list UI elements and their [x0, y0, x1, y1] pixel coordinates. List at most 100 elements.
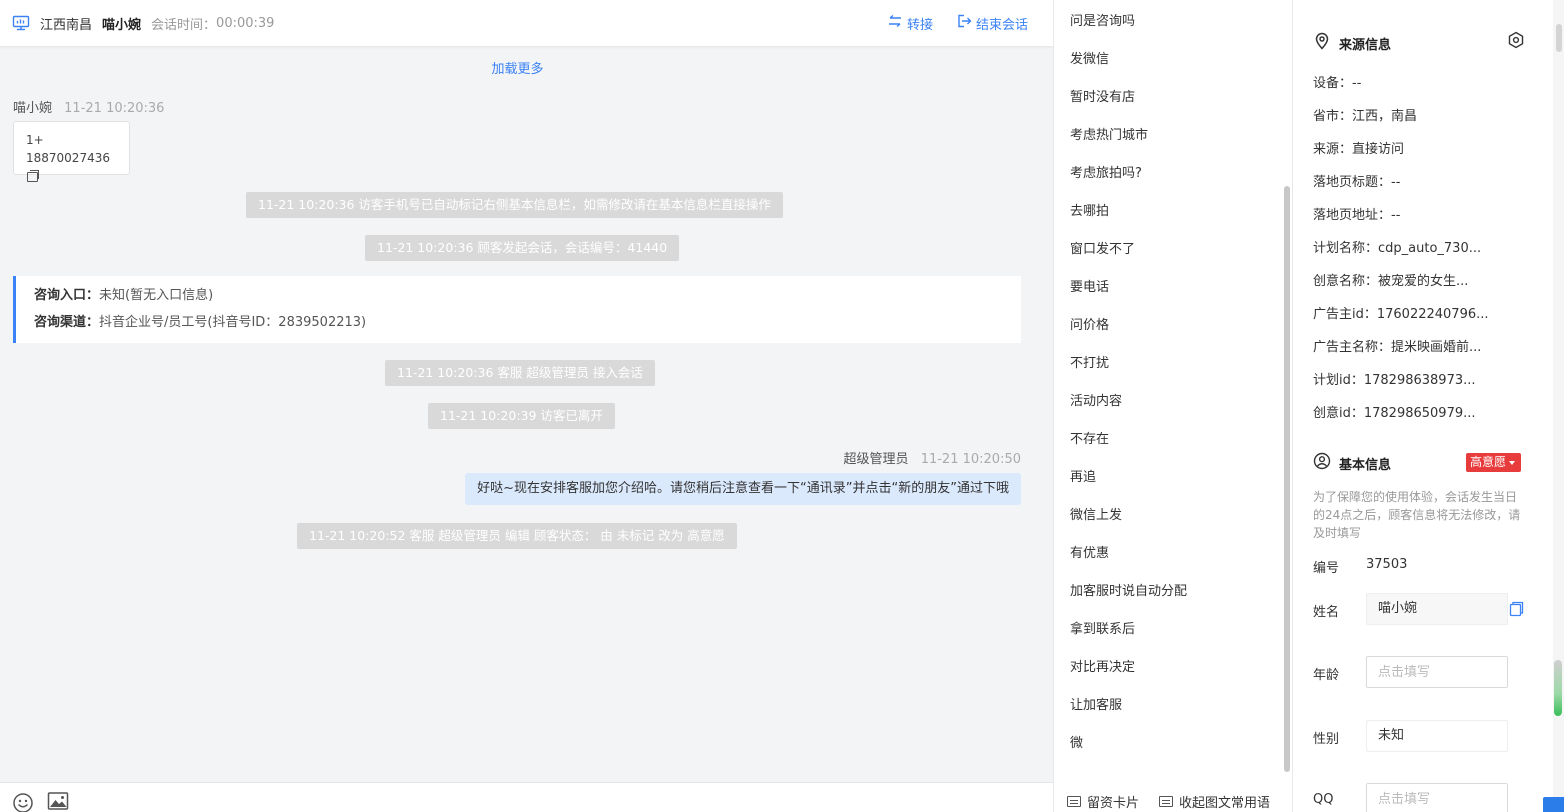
channel-key: 咨询渠道：	[34, 315, 100, 330]
quick-reply-item[interactable]: 要电话	[1070, 276, 1109, 295]
source-info-header: 来源信息	[1313, 32, 1391, 54]
quick-reply-footer: 留资卡片 收起图文常用语	[1054, 790, 1294, 812]
agent-message-meta: 超级管理员 11-21 10:20:50	[844, 448, 1021, 467]
entry-key: 咨询入口：	[34, 288, 100, 303]
quick-reply-item[interactable]: 问价格	[1070, 314, 1109, 333]
chat-header: 江西南昌 喵小婉 会话时间： 00:00:39 转接 结束会话	[0, 0, 1053, 46]
input-toolbar	[0, 782, 1053, 812]
monitor-icon	[12, 14, 30, 32]
location-pin-icon	[1313, 32, 1331, 54]
system-message: 11-21 10:20:39 访客已离开	[428, 403, 615, 429]
customer-info-panel: 来源信息 设备：-- 省市：江西，南昌 来源：直接访问 落地页标题：-- 落地页…	[1293, 0, 1553, 812]
page-scrollbar-thumb[interactable]	[1554, 660, 1562, 716]
source-advertiser-id: 广告主id：176022240796...	[1313, 307, 1489, 322]
intent-badge-label: 高意愿	[1470, 455, 1507, 469]
load-more-link[interactable]: 加载更多	[0, 58, 1035, 77]
quick-reply-item[interactable]: 不打扰	[1070, 352, 1109, 371]
copy-icon[interactable]	[27, 169, 39, 182]
transfer-button[interactable]: 转接	[887, 14, 933, 33]
visitor-phone: 18870027436	[26, 151, 110, 165]
settings-icon[interactable]	[1507, 31, 1525, 53]
quick-reply-item[interactable]: 窗口发不了	[1070, 238, 1135, 257]
quick-reply-item[interactable]: 加客服时说自动分配	[1070, 580, 1187, 599]
consult-entry-card: 咨询入口：未知(暂无入口信息) 咨询渠道：抖音企业号/员工号(抖音号ID：283…	[13, 276, 1021, 343]
quick-reply-item[interactable]: 考虑旅拍吗?	[1070, 162, 1142, 181]
agent-message-bubble: 好哒~现在安排客服加您介绍哈。请您稍后注意查看一下“通讯录”并点击“新的朋友”通…	[465, 473, 1021, 505]
user-circle-icon	[1313, 452, 1331, 474]
intent-badge-dropdown[interactable]: 高意愿	[1466, 453, 1522, 472]
quick-reply-item[interactable]: 不存在	[1070, 428, 1109, 447]
source-creative-id: 创意id：178298650979...	[1313, 406, 1476, 421]
quick-reply-item[interactable]: 活动内容	[1070, 390, 1122, 409]
system-message: 11-21 10:20:36 访客手机号已自动标记右侧基本信息栏，如需修改请在基…	[246, 192, 783, 218]
message-time: 11-21 10:20:50	[920, 452, 1021, 467]
copy-icon[interactable]	[1509, 601, 1524, 621]
quick-reply-item[interactable]: 考虑热门城市	[1070, 124, 1148, 143]
gender-label: 性别	[1313, 732, 1340, 747]
source-plan-name: 计划名称：cdp_auto_730...	[1313, 241, 1482, 256]
basic-info-title: 基本信息	[1339, 457, 1392, 473]
source-plan-id: 计划id：178298638973...	[1313, 373, 1476, 388]
qq-input[interactable]	[1366, 783, 1508, 812]
visitor-name: 喵小婉	[102, 17, 142, 33]
session-time-label: 会话时间：	[151, 17, 217, 33]
corner-chat-button[interactable]	[1543, 797, 1564, 812]
quick-reply-item[interactable]: 对比再决定	[1070, 656, 1135, 675]
source-info-title: 来源信息	[1339, 37, 1392, 53]
basic-info-header: 基本信息	[1313, 452, 1391, 474]
quick-reply-scrollbar[interactable]	[1284, 186, 1290, 772]
caret-down-icon	[1509, 460, 1516, 465]
visitor-message-bubble: 1+ 18870027436	[13, 121, 130, 182]
edit-notice: 为了保障您的使用体验，会话发生当日的24点之后，顾客信息将无法修改，请及时填写	[1313, 490, 1521, 540]
session-time: 00:00:39	[216, 15, 275, 31]
system-message: 11-21 10:20:36 客服 超级管理员 接入会话	[385, 360, 655, 386]
source-province: 省市：江西，南昌	[1313, 109, 1418, 124]
source-landing-url: 落地页地址：--	[1313, 208, 1401, 223]
quick-reply-item[interactable]: 有优惠	[1070, 542, 1109, 561]
exit-icon	[957, 14, 972, 32]
image-icon[interactable]	[47, 791, 69, 811]
quick-reply-panel: 问是咨询吗 发微信 暂时没有店 考虑热门城市 考虑旅拍吗? 去哪拍 窗口发不了 …	[1053, 0, 1293, 812]
collapse-phrases-label: 收起图文常用语	[1178, 795, 1270, 811]
source-creative-name: 创意名称：被宠爱的女生...	[1313, 274, 1469, 289]
quick-reply-item[interactable]: 让加客服	[1070, 694, 1122, 713]
system-message: 11-21 10:20:52 客服 超级管理员 编辑 顾客状态： 由 未标记 改…	[297, 523, 737, 549]
quick-reply-item[interactable]: 再追	[1070, 466, 1096, 485]
list-icon	[1158, 795, 1173, 807]
name-field[interactable]: 喵小婉	[1366, 593, 1508, 625]
customer-id-label: 编号	[1313, 561, 1340, 576]
lead-card-button[interactable]: 留资卡片	[1066, 792, 1139, 811]
source-landing-title: 落地页标题：--	[1313, 175, 1401, 190]
quick-reply-item[interactable]: 微	[1070, 732, 1083, 751]
system-message: 11-21 10:20:36 顾客发起会话，会话编号：41440	[365, 235, 680, 261]
visitor-location: 江西南昌	[40, 17, 93, 33]
gender-select[interactable]: 未知	[1366, 720, 1508, 752]
page-scrollbar-upper-thumb[interactable]	[1556, 24, 1562, 52]
source-origin: 来源：直接访问	[1313, 142, 1405, 157]
quick-reply-item[interactable]: 暂时没有店	[1070, 86, 1135, 105]
emoji-icon[interactable]	[12, 792, 34, 812]
quick-reply-item[interactable]: 微信上发	[1070, 504, 1122, 523]
quick-reply-item[interactable]: 去哪拍	[1070, 200, 1109, 219]
quick-reply-item[interactable]: 拿到联系后	[1070, 618, 1135, 637]
message-time: 11-21 10:20:36	[64, 101, 165, 116]
chat-panel: 江西南昌 喵小婉 会话时间： 00:00:39 转接 结束会话 加载更多 喵小婉…	[0, 0, 1053, 812]
lead-card-label: 留资卡片	[1086, 795, 1139, 811]
entry-value: 未知(暂无入口信息)	[99, 288, 214, 303]
collapse-phrases-button[interactable]: 收起图文常用语	[1158, 792, 1270, 811]
message-sender: 喵小婉	[13, 101, 53, 116]
transfer-label: 转接	[906, 17, 933, 33]
qq-label: QQ	[1313, 792, 1334, 807]
name-label: 姓名	[1313, 605, 1340, 620]
message-sender: 超级管理员	[843, 452, 909, 467]
end-session-label: 结束会话	[975, 17, 1028, 33]
customer-id-value: 37503	[1366, 557, 1408, 572]
end-session-button[interactable]: 结束会话	[957, 14, 1028, 33]
source-device: 设备：--	[1313, 76, 1362, 91]
age-input[interactable]	[1366, 656, 1508, 688]
quick-reply-item[interactable]: 问是咨询吗	[1070, 10, 1135, 29]
quick-reply-item[interactable]: 发微信	[1070, 48, 1109, 67]
source-advertiser-name: 广告主名称：提米映画婚前...	[1313, 340, 1482, 355]
visitor-message-line1: 1+	[26, 133, 44, 147]
transfer-icon	[887, 14, 903, 32]
